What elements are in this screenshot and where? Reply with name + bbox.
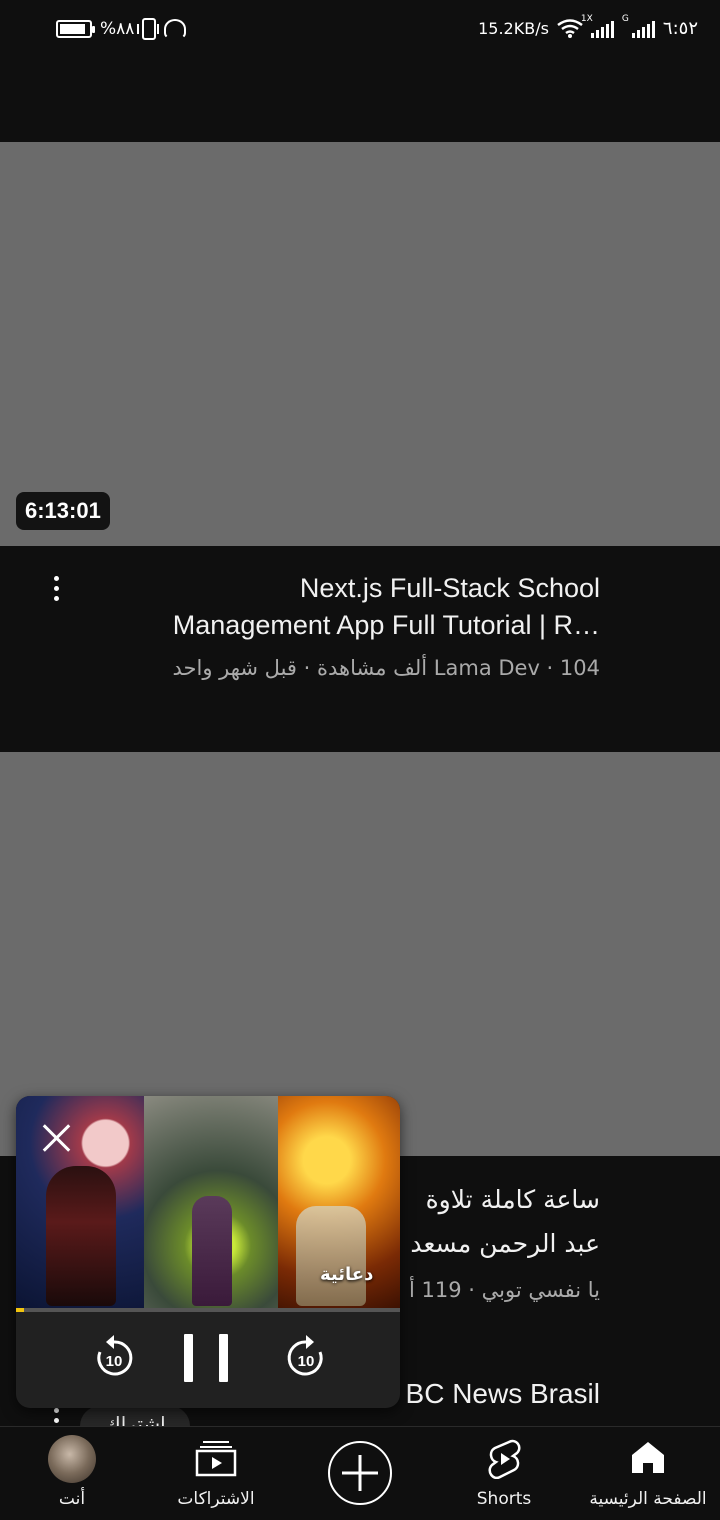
nav-create[interactable]	[316, 1427, 404, 1520]
duration-badge: 6:13:01	[16, 492, 110, 530]
rewind-10-button[interactable]: 10	[92, 1332, 136, 1382]
nav-home-label: الصفحة الرئيسية	[589, 1489, 707, 1509]
nav-home[interactable]: الصفحة الرئيسية	[586, 1427, 710, 1520]
forward-icon: 10	[287, 1335, 323, 1376]
video-title[interactable]: Next.js Full-Stack School Management App…	[100, 570, 600, 644]
subscriptions-icon	[195, 1441, 237, 1477]
home-icon	[632, 1442, 664, 1473]
video-title-line2: Management App Full Tutorial | R…	[172, 610, 600, 640]
battery-percent: %٨٨	[100, 19, 135, 39]
forward-10-button[interactable]: 10	[284, 1332, 328, 1382]
video-thumbnail[interactable]: 6:13:01	[0, 142, 720, 546]
ad-badge: دعائية	[320, 1264, 374, 1285]
vibrate-icon	[137, 18, 160, 40]
nav-you[interactable]: أنت	[22, 1427, 122, 1520]
wifi-icon	[557, 18, 583, 38]
status-bar: %٨٨ 15.2KB/s 1X G ٦:٥٢	[0, 0, 720, 60]
status-right: 15.2KB/s 1X G ٦:٥٢	[478, 14, 698, 40]
nav-shorts-label: Shorts	[476, 1489, 532, 1509]
nav-you-label: أنت	[58, 1489, 86, 1509]
sim1-tag: 1X	[580, 13, 593, 24]
sim2-tag: G	[621, 13, 629, 24]
nav-shorts[interactable]: Shorts	[454, 1427, 554, 1520]
create-icon	[328, 1441, 392, 1505]
nav-subscriptions[interactable]: الاشتراكات	[166, 1427, 266, 1520]
shorts-icon	[488, 1439, 521, 1479]
mini-player[interactable]: دعائية 10 10	[16, 1096, 400, 1408]
video-stats: يا نفسي توبي · 119 أ	[409, 1278, 600, 1302]
video-title-line1: Next.js Full-Stack School	[299, 573, 600, 603]
artwork-panel-dragon	[144, 1096, 278, 1310]
battery-icon	[56, 20, 95, 38]
avatar	[48, 1435, 96, 1483]
close-icon[interactable]	[36, 1118, 76, 1158]
net-speed: 15.2KB/s	[478, 19, 549, 38]
clock: ٦:٥٢	[662, 18, 698, 39]
nav-subscriptions-label: الاشتراكات	[177, 1489, 255, 1509]
top-app-bar	[0, 60, 720, 142]
status-left: %٨٨	[56, 18, 187, 40]
video-stats: Lama Dev · 104 ألف مشاهدة · قبل شهر واحد	[172, 656, 600, 680]
rewind-icon: 10	[97, 1335, 133, 1376]
signal-icon-sim1: 1X	[581, 14, 614, 38]
video-meta[interactable]: Next.js Full-Stack School Management App…	[0, 546, 720, 752]
headset-icon	[164, 19, 187, 39]
rewind-seconds: 10	[106, 1353, 123, 1370]
channel-name[interactable]: BC News Brasil	[406, 1378, 600, 1410]
bottom-nav: أنت الاشتراكات Shorts الصفحة الرئيسية	[0, 1426, 720, 1520]
signal-icon-sim2: G	[622, 14, 655, 38]
more-options-icon[interactable]	[52, 576, 60, 601]
forward-seconds: 10	[298, 1353, 315, 1370]
pause-button[interactable]	[182, 1334, 230, 1382]
player-controls: 10 10	[16, 1312, 400, 1408]
